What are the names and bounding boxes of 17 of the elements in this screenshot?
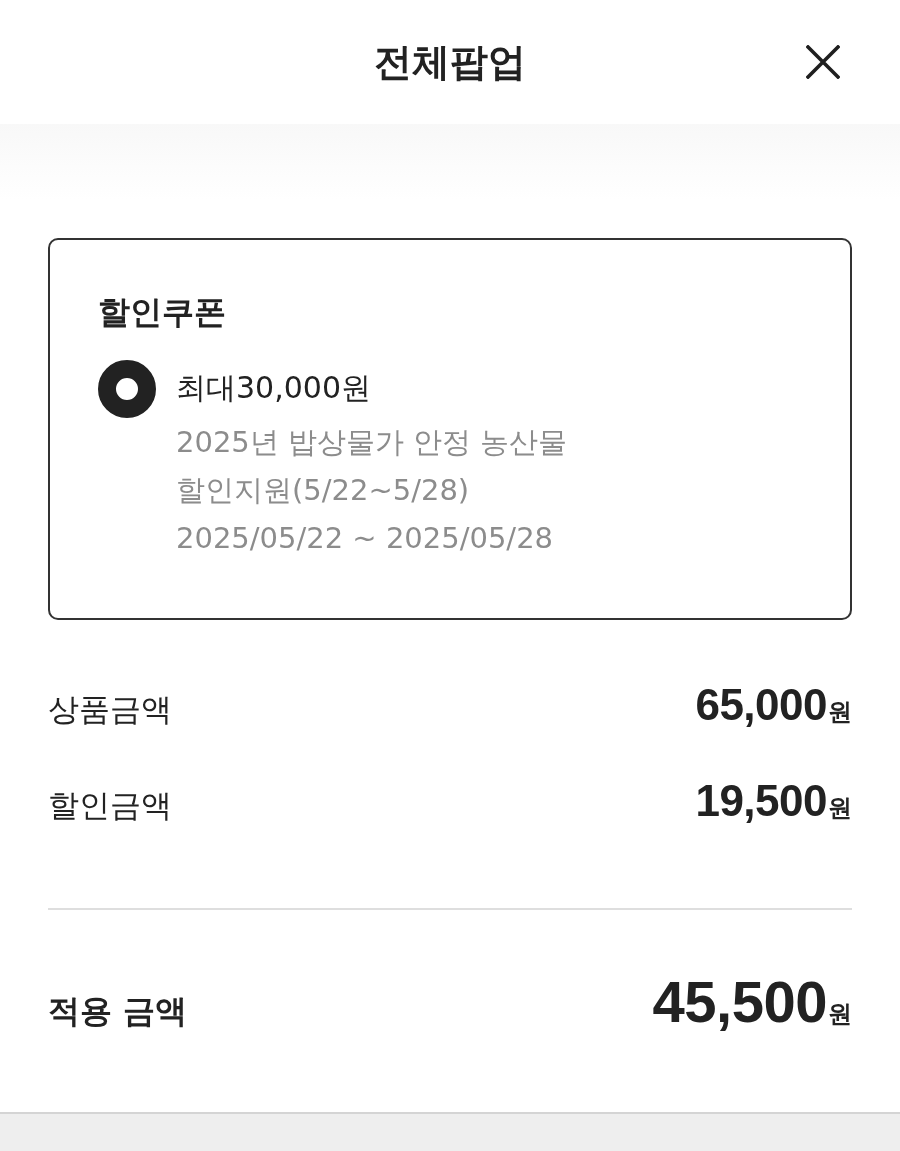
radio-button[interactable]	[98, 360, 156, 418]
currency-unit: 원	[828, 793, 852, 824]
close-icon	[806, 45, 840, 79]
summary-label: 할인금액	[48, 786, 172, 825]
total-label: 적용 금액	[48, 991, 188, 1032]
summary-label: 상품금액	[48, 690, 172, 729]
coupon-amount-label: 최대30,000원	[176, 369, 371, 407]
coupon-description: 2025년 밥상물가 안정 농산물 할인지원(5/22~5/28)	[176, 424, 569, 509]
total-amount: 45,500	[652, 968, 827, 1035]
summary-amount: 19,500	[695, 776, 827, 826]
coupon-section-title: 할인쿠폰	[98, 292, 227, 332]
summary-amount: 65,000	[695, 680, 827, 730]
currency-unit: 원	[828, 999, 852, 1030]
coupon-period: 2025/05/22 ~ 2025/05/28	[176, 520, 554, 557]
popup-title: 전체팝업	[374, 39, 526, 86]
close-button[interactable]	[804, 43, 842, 81]
currency-unit: 원	[828, 697, 852, 728]
